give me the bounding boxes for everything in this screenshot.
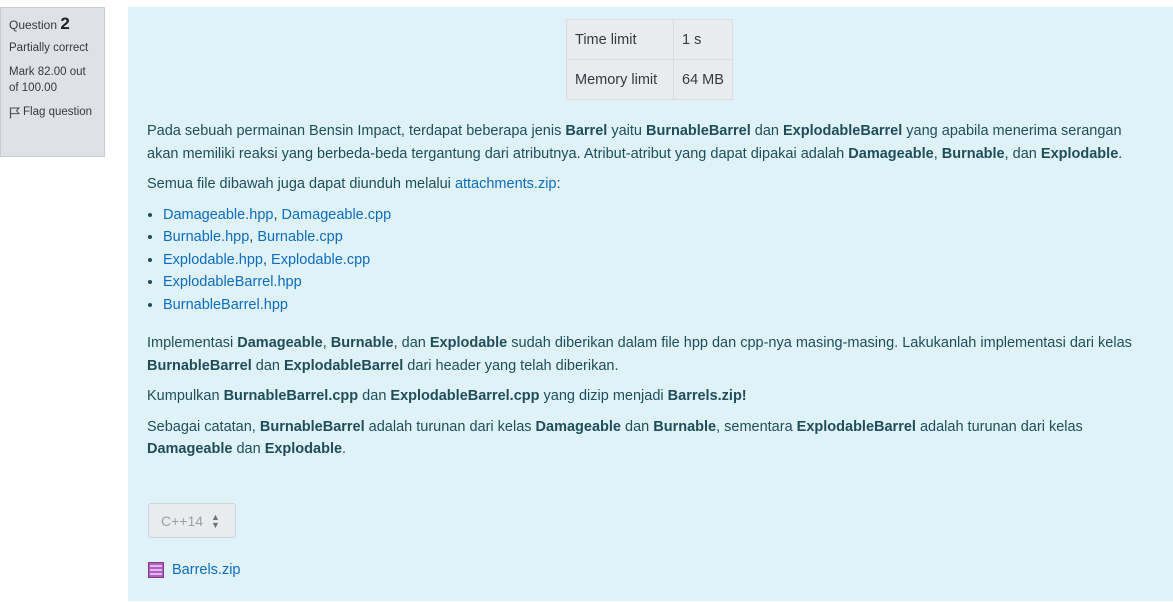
file-link[interactable]: Burnable.hpp [163,229,249,245]
file-link[interactable]: BurnableBarrel.hpp [163,297,288,313]
attachment-link[interactable]: Barrels.zip [172,562,241,578]
attachments-zip-link[interactable]: attachments.zip [455,176,557,192]
implementation-paragraph: Implementasi Damageable, Burnable, dan E… [147,335,1132,374]
description-paragraph: Pada sebuah permainan Bensin Impact, ter… [147,123,1123,162]
table-row: Time limit 1 s [566,19,733,60]
list-item: BurnableBarrel.hpp [163,294,1147,317]
file-link[interactable]: Burnable.cpp [257,229,342,245]
file-link[interactable]: Explodable.hpp [163,252,263,268]
table-row: Memory limit 64 MB [566,59,733,100]
question-number: Question 2 [9,14,96,33]
memory-limit-value: 64 MB [673,59,733,100]
list-item: ExplodableBarrel.hpp [163,271,1147,294]
note-paragraph: Sebagai catatan, BurnableBarrel adalah t… [147,418,1083,458]
question-label: Question [9,18,58,32]
file-list: Damageable.hpp, Damageable.cpp Burnable.… [147,204,1147,317]
language-select-value: C++14 [161,512,204,529]
file-link[interactable]: Explodable.cpp [271,252,370,268]
flag-question-link[interactable]: Flag question [9,104,96,120]
language-select[interactable]: C++14 ▲ ▼ [148,503,236,538]
file-link[interactable]: Damageable.hpp [163,207,273,223]
time-limit-value: 1 s [673,19,733,60]
time-limit-label: Time limit [566,19,674,60]
attachment[interactable]: Barrels.zip [148,562,241,578]
flag-icon [9,107,20,119]
file-link[interactable]: ExplodableBarrel.hpp [163,274,302,290]
flag-question-label: Flag question [23,106,93,118]
problem-description: Pada sebuah permainan Bensin Impact, ter… [147,120,1147,469]
archive-icon [148,562,164,578]
limits-table: Time limit 1 s Memory limit 64 MB [566,19,733,100]
file-link[interactable]: Damageable.cpp [282,207,392,223]
question-info-panel: Question 2 Partially correct Mark 82.00 … [0,7,105,157]
question-grade: Mark 82.00 out of 100.00 [9,66,86,94]
question-content: Time limit 1 s Memory limit 64 MB Pada s… [128,7,1173,601]
memory-limit-label: Memory limit [566,59,674,100]
select-arrows-icon: ▲ ▼ [211,511,220,530]
attachments-paragraph: Semua file dibawah juga dapat diunduh me… [147,176,561,192]
list-item: Burnable.hpp, Burnable.cpp [163,226,1147,249]
submission-paragraph: Kumpulkan BurnableBarrel.cpp dan Exploda… [147,388,747,404]
question-number-value: 2 [60,14,70,33]
list-item: Damageable.hpp, Damageable.cpp [163,204,1147,227]
question-state: Partially correct [9,42,89,54]
list-item: Explodable.hpp, Explodable.cpp [163,249,1147,272]
